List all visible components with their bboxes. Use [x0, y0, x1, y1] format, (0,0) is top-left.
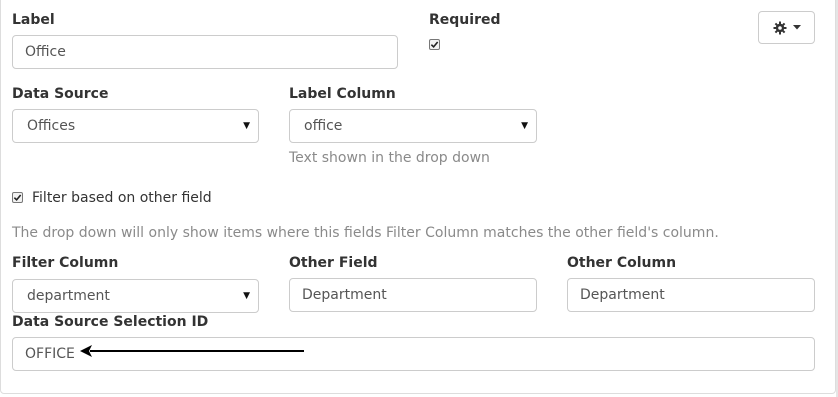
required-title: Required [429, 12, 501, 28]
label-column-title: Label Column [289, 86, 396, 102]
selection-id-title: Data Source Selection ID [12, 314, 209, 330]
checkmark-icon [430, 41, 439, 49]
other-field-input[interactable]: Department [289, 278, 537, 312]
checkmark-icon [13, 194, 22, 202]
filter-checkbox[interactable] [12, 192, 23, 203]
caret-down-icon: ▼ [243, 291, 250, 301]
filter-checkbox-label[interactable]: Filter based on other field [32, 189, 212, 207]
other-column-input[interactable]: Department [567, 278, 815, 312]
label-column-select[interactable]: office ▼ [289, 109, 537, 143]
data-source-value: Offices [27, 118, 76, 134]
filter-column-select[interactable]: department ▼ [12, 279, 259, 313]
data-source-select[interactable]: Offices ▼ [12, 109, 259, 143]
label-field-title: Label [12, 12, 55, 28]
filter-help-text: The drop down will only show items where… [12, 225, 719, 241]
settings-dropdown-button[interactable] [758, 11, 815, 44]
other-column-title: Other Column [567, 255, 677, 271]
label-column-value: office [304, 118, 343, 134]
label-column-help: Text shown in the drop down [289, 150, 490, 166]
other-field-title: Other Field [289, 255, 378, 271]
data-source-title: Data Source [12, 86, 109, 102]
arrow-left-icon [80, 345, 304, 357]
label-input[interactable]: Office [12, 35, 398, 69]
caret-down-icon: ▼ [243, 121, 250, 131]
filter-column-value: department [27, 288, 110, 304]
caret-down-icon [792, 25, 801, 30]
filter-column-title: Filter Column [12, 255, 119, 271]
caret-down-icon: ▼ [521, 121, 528, 131]
required-checkbox[interactable] [429, 39, 440, 50]
gear-icon [773, 21, 786, 34]
